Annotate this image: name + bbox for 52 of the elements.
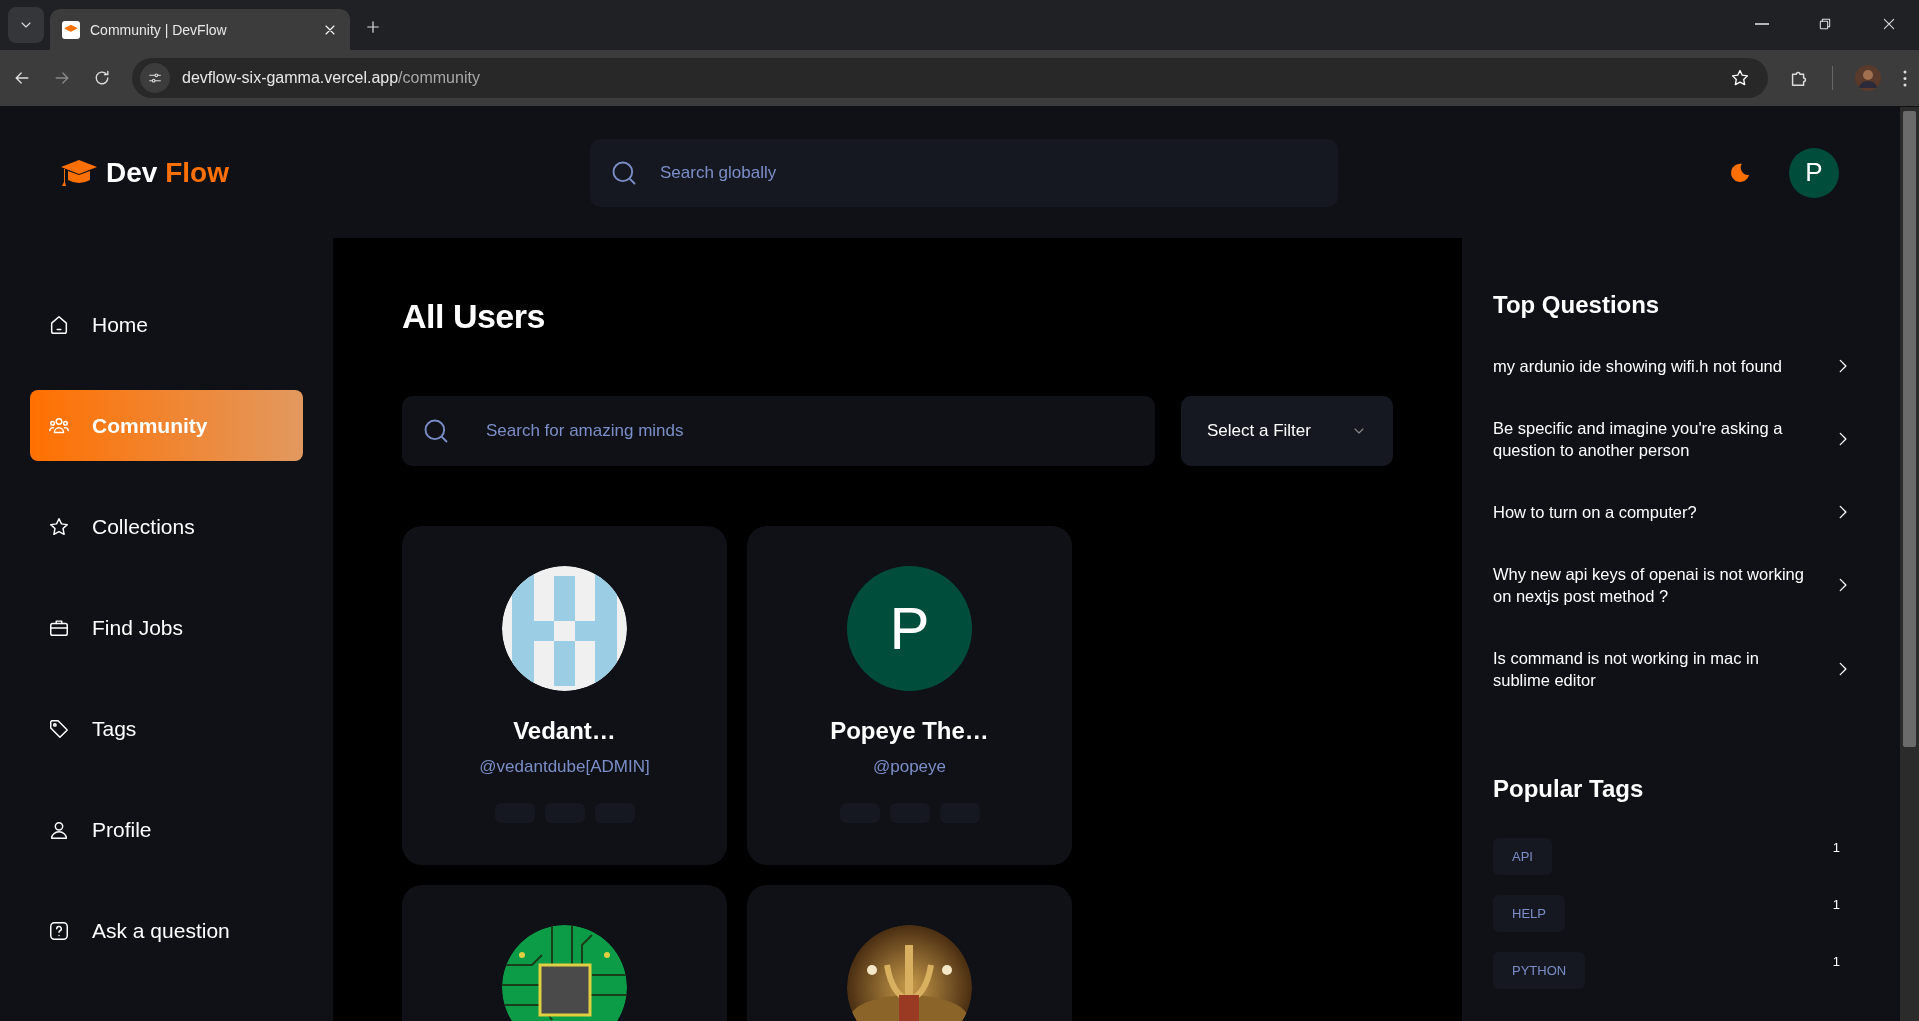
scrollbar[interactable] xyxy=(1900,107,1919,1021)
tag-count: 1 xyxy=(1832,897,1841,912)
tag-chip[interactable]: PYTHON xyxy=(1493,952,1586,989)
sidebar-item[interactable]: Tags xyxy=(30,693,303,764)
sidebar-item[interactable]: Find Jobs xyxy=(30,592,303,663)
section-title: Popular Tags xyxy=(1493,775,1645,803)
section-title: Top Questions xyxy=(1493,291,1661,319)
user-avatar[interactable]: P xyxy=(1789,147,1839,198)
close-icon xyxy=(1881,16,1897,32)
browser-tab[interactable]: Community | DevFlow xyxy=(50,9,350,50)
tag-chip[interactable]: API xyxy=(1493,838,1552,875)
question-link[interactable]: Why new api keys of openai is not working on nextjs post method ? xyxy=(1493,563,1813,607)
user-card[interactable]: P Popeye The… @popeye xyxy=(747,526,1072,865)
question-link[interactable]: Is command is not working in mac in sublime editor xyxy=(1493,647,1813,691)
logo-text[interactable]: Dev Flow xyxy=(106,156,229,189)
url-text: devflow-six-gamma.vercel.app/community xyxy=(182,69,480,87)
user-card[interactable]: Vedant… @vedantdube[ADMIN] xyxy=(402,526,727,865)
site-settings-icon xyxy=(147,70,163,86)
tag-chip[interactable]: HELP xyxy=(1493,895,1565,932)
home-icon xyxy=(48,313,70,336)
sidebar-item[interactable]: Home xyxy=(30,289,303,360)
user-handle: @popeye xyxy=(873,757,946,777)
user-name: Vedant… xyxy=(513,717,616,745)
tag-count: 1 xyxy=(1832,840,1841,855)
question-icon xyxy=(48,919,70,942)
question-link[interactable]: my ardunio ide showing wifi.h not found xyxy=(1493,355,1813,377)
question-link[interactable]: Be specific and imagine you're asking a question to another person xyxy=(1493,417,1813,461)
bookmark-star-icon xyxy=(1730,68,1750,88)
user-avatar: P xyxy=(847,566,972,691)
sidebar-item[interactable]: Ask a question xyxy=(30,895,303,966)
new-tab-icon xyxy=(364,18,382,36)
global-search-field[interactable]: Search globally xyxy=(590,138,1338,207)
sidebar-item[interactable]: Profile xyxy=(30,794,303,865)
address-bar[interactable]: devflow-six-gamma.vercel.app/community xyxy=(132,58,1768,98)
sidebar-item[interactable]: Collections xyxy=(30,491,303,562)
tab-title: Community | DevFlow xyxy=(90,21,228,38)
filter-dropdown[interactable]: Select a Filter xyxy=(1181,396,1393,466)
user-handle: @vedantdube[ADMIN] xyxy=(479,757,650,777)
question-link[interactable]: How to turn on a computer? xyxy=(1493,501,1813,523)
restore-icon xyxy=(1817,16,1833,32)
user-name: Popeye The… xyxy=(830,717,989,745)
user-search-field[interactable]: Search for amazing minds xyxy=(402,396,1155,466)
more-menu-icon[interactable] xyxy=(1903,69,1907,87)
moon-icon[interactable] xyxy=(1729,161,1751,184)
tag-icon xyxy=(48,717,70,740)
star-icon xyxy=(48,515,70,538)
search-icon xyxy=(422,417,450,445)
profile-avatar-icon[interactable] xyxy=(1855,65,1881,91)
tag-count: 1 xyxy=(1832,954,1841,969)
graduation-cap-icon xyxy=(60,157,98,188)
tab-search-button[interactable] xyxy=(8,7,44,43)
page-title: All Users xyxy=(402,297,546,336)
